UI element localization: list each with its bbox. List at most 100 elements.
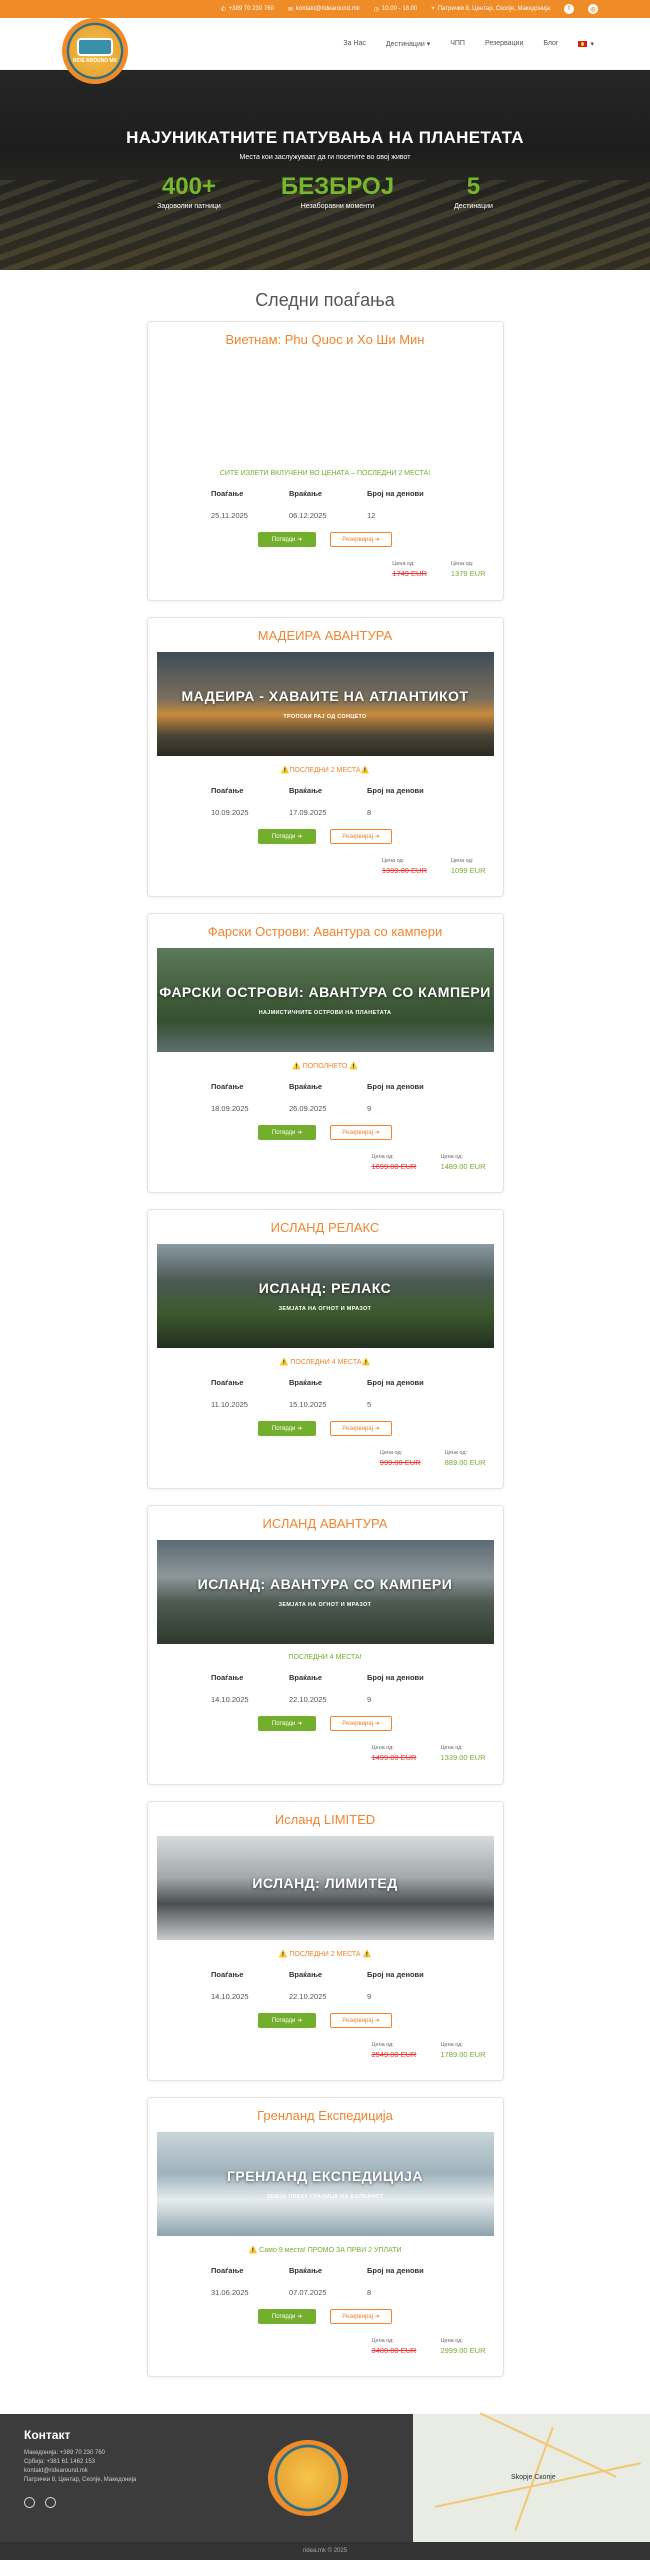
old-price: 999.00 EUR	[379, 1458, 421, 1467]
trip-dates-table: Поаѓање Враќање Број на денови 14.10.202…	[157, 1970, 494, 2001]
chevron-down-icon: ▾	[426, 40, 431, 48]
depart-date: 14.10.2025	[211, 1695, 249, 1704]
phone-info[interactable]: ✆ +389 70 230 760	[221, 6, 274, 13]
trip-dates-table: Поаѓање Враќање Број на денови 18.09.202…	[157, 1082, 494, 1113]
trip-availability-note: СИТЕ ИЗЛЕТИ ВКЛУЧЕНИ ВО ЦЕНАТА – ПОСЛЕДН…	[219, 470, 431, 477]
reserve-button[interactable]: Резервирај ➜	[330, 1125, 392, 1140]
trip-image-subtitle: ЗЕМЈАТА НА ОГНОТ И МРАЗОТ	[278, 1306, 372, 1312]
confirm-button[interactable]: Потврди ➜	[258, 532, 316, 547]
trip-image-title: ИСЛАНД: РЕЛАКС	[258, 1280, 392, 1296]
footer-logo	[268, 2440, 348, 2516]
section-title: Следни поаѓања	[255, 290, 395, 310]
trip-title[interactable]: МАДЕИРА АВАНТУРА	[157, 628, 494, 643]
trip-card: Исланд LIMITED ИСЛАНД: ЛИМИТЕД ⚠️ ПОСЛЕД…	[146, 1801, 504, 2081]
footer-title: Контакт	[24, 2428, 71, 2442]
trip-list: Виетнам: Phu Quoc и Хо Ши Мин СИТЕ ИЗЛЕТ…	[0, 321, 650, 2377]
confirm-button[interactable]: Потврди ➜	[258, 2013, 316, 2028]
new-price: 1489.00 EUR	[440, 1162, 486, 1171]
confirm-button[interactable]: Потврди ➜	[258, 1716, 316, 1731]
site-footer: Контакт Македонија: +389 70 230 760 Срби…	[0, 2412, 650, 2560]
confirm-button[interactable]: Потврди ➜	[258, 2309, 316, 2324]
trip-title[interactable]: Гренланд Експедиција	[157, 2108, 494, 2123]
trip-image[interactable]: ИСЛАНД: РЕЛАКС ЗЕМЈАТА НА ОГНОТ И МРАЗОТ	[156, 1244, 494, 1348]
facebook-icon[interactable]: f	[564, 4, 574, 14]
trip-card: Фарски Острови: Авантура со кампери ФАРС…	[146, 913, 504, 1193]
trip-image[interactable]: ГРЕНЛАНД ЕКСПЕДИЦИЈА ЗЕМЈА ПРЕКУ ГРАНИЦА…	[156, 2132, 494, 2236]
trip-dates-table: Поаѓање Враќање Број на денови 31.06.202…	[157, 2266, 494, 2297]
site-header: RIDE AROUND MK За Нас Дестинации ▾ ЧПП Р…	[0, 17, 650, 84]
nav-about[interactable]: За Нас	[343, 40, 366, 47]
phone-icon: ✆	[220, 6, 226, 13]
trip-title[interactable]: Фарски Острови: Авантура со кампери	[157, 924, 494, 939]
depart-date: 10.09.2025	[211, 808, 249, 817]
reserve-button[interactable]: Резервирај ➜	[330, 2309, 392, 2324]
confirm-button[interactable]: Потврди ➜	[258, 1125, 316, 1140]
trip-image-subtitle: ТРОПСКИ РАЈ ОД СОНЦЕТО	[283, 714, 367, 720]
reserve-button[interactable]: Резервирај ➜	[330, 1421, 392, 1436]
language-switcher[interactable]: ▾	[578, 40, 594, 48]
location-icon: ⌖	[431, 5, 435, 12]
facebook-icon[interactable]	[24, 2497, 35, 2508]
return-date: 26.09.2025	[289, 1104, 327, 1113]
trip-title[interactable]: ИСЛАНД АВАНТУРА	[157, 1516, 494, 1531]
trip-card: ИСЛАНД РЕЛАКС ИСЛАНД: РЕЛАКС ЗЕМЈАТА НА …	[146, 1209, 504, 1489]
days-count: 9	[367, 1992, 372, 2001]
footer-phone-mk[interactable]: Македонија: +389 70 230 760	[24, 2450, 136, 2456]
depart-date: 14.10.2025	[211, 1992, 249, 2001]
footer-phone-rs[interactable]: Србија: +381 61 1462 153	[24, 2459, 136, 2465]
nav-reservations[interactable]: Резервации	[485, 40, 523, 47]
site-logo[interactable]: RIDE AROUND MK	[62, 17, 128, 84]
reserve-button[interactable]: Резервирај ➜	[330, 1716, 392, 1731]
days-count: 5	[367, 1400, 372, 1409]
address-info: ⌖ Патрички 8, Центар, Скопје, Македонија	[431, 5, 550, 13]
trip-image-subtitle: ЗЕМЈАТА НА ОГНОТ И МРАЗОТ	[278, 1602, 372, 1608]
copyright: ridea.mk © 2025	[0, 2542, 650, 2560]
days-count: 12	[367, 511, 376, 520]
footer-address: Патрички 8, Центар, Скопје, Македонија	[24, 2477, 137, 2483]
location-map[interactable]: Skopje Скопје	[413, 2412, 650, 2542]
main-nav: За Нас Дестинации ▾ ЧПП Резервации Блог …	[343, 40, 594, 48]
trip-availability-note: ⚠️ Само 9 места! ПРОМО ЗА ПРВИ 2 УПЛАТИ	[248, 2247, 402, 2254]
depart-date: 18.09.2025	[211, 1104, 249, 1113]
trip-image-subtitle: НАЈМИСТИЧНИТЕ ОСТРОВИ НА ПЛАНЕТАТА	[258, 1010, 392, 1016]
nav-destinations[interactable]: Дестинации ▾	[386, 40, 430, 48]
trip-dates-table: Поаѓање Враќање Број на денови 25.11.202…	[157, 489, 494, 520]
trip-image-title: МАДЕИРА - ХАВАИТЕ НА АТЛАНТИКОТ	[181, 688, 469, 704]
nav-blog[interactable]: Блог	[543, 40, 558, 47]
trip-availability-note: ⚠️ ПОПОЛНЕТО ⚠️	[292, 1063, 358, 1070]
footer-email[interactable]: kontakt@ridearound.mk	[24, 2468, 136, 2474]
trip-title[interactable]: ИСЛАНД РЕЛАКС	[157, 1220, 494, 1235]
trip-title[interactable]: Исланд LIMITED	[157, 1812, 494, 1827]
trip-image[interactable]	[157, 356, 494, 460]
hero-stats: 400+ Задоволни патници БЕЗБРОЈ Незаборавни…	[0, 173, 650, 210]
confirm-button[interactable]: Потврди ➜	[258, 1421, 316, 1436]
new-price: 1379 EUR	[450, 569, 486, 578]
trip-prices: Цена од: 3400.00 EUR Цена од: 2999.00 EUR	[371, 2338, 486, 2355]
trip-image-title: ФАРСКИ ОСТРОВИ: АВАНТУРА СО КАМПЕРИ	[159, 984, 491, 1000]
days-count: 9	[367, 1104, 372, 1113]
old-price: 1499.00 EUR	[371, 1753, 417, 1762]
instagram-icon[interactable]	[45, 2497, 56, 2508]
trip-image-subtitle: ЗЕМЈА ПРЕКУ ГРАНИЦА НА БАЛКАНОТ	[266, 2194, 384, 2200]
nav-faq[interactable]: ЧПП	[450, 40, 465, 47]
new-price: 889.00 EUR	[444, 1458, 486, 1467]
mk-flag-icon	[578, 40, 588, 47]
reserve-button[interactable]: Резервирај ➜	[330, 532, 392, 547]
reserve-button[interactable]: Резервирај ➜	[330, 2013, 392, 2028]
old-price: 1699.00 EUR	[371, 1162, 417, 1171]
trip-image[interactable]: ФАРСКИ ОСТРОВИ: АВАНТУРА СО КАМПЕРИ НАЈМ…	[156, 948, 494, 1052]
trip-image[interactable]: МАДЕИРА - ХАВАИТЕ НА АТЛАНТИКОТ ТРОПСКИ …	[156, 652, 494, 756]
new-price: 1339.00 EUR	[440, 1753, 486, 1762]
email-info[interactable]: ✉ kontakt@ridearound.mk	[288, 6, 360, 13]
trip-availability-note: ⚠️ ПОСЛЕДНИ 4 МЕСТА⚠️	[279, 1359, 371, 1366]
trip-prices: Цена од: 1499.00 EUR Цена од: 1339.00 EUR	[371, 1745, 486, 1762]
trip-image-title: ИСЛАНД: ЛИМИТЕД	[252, 1875, 398, 1891]
trip-title[interactable]: Виетнам: Phu Quoc и Хо Ши Мин	[157, 332, 494, 347]
confirm-button[interactable]: Потврди ➜	[258, 829, 316, 844]
footer-contact: Контакт Македонија: +389 70 230 760 Срби…	[24, 2428, 136, 2508]
return-date: 17.09.2025	[289, 808, 327, 817]
trip-image[interactable]: ИСЛАНД: АВАНТУРА СО КАМПЕРИ ЗЕМЈАТА НА О…	[156, 1540, 494, 1644]
trip-image[interactable]: ИСЛАНД: ЛИМИТЕД	[156, 1836, 494, 1940]
instagram-icon[interactable]: ◎	[588, 4, 598, 14]
reserve-button[interactable]: Резервирај ➜	[330, 829, 392, 844]
